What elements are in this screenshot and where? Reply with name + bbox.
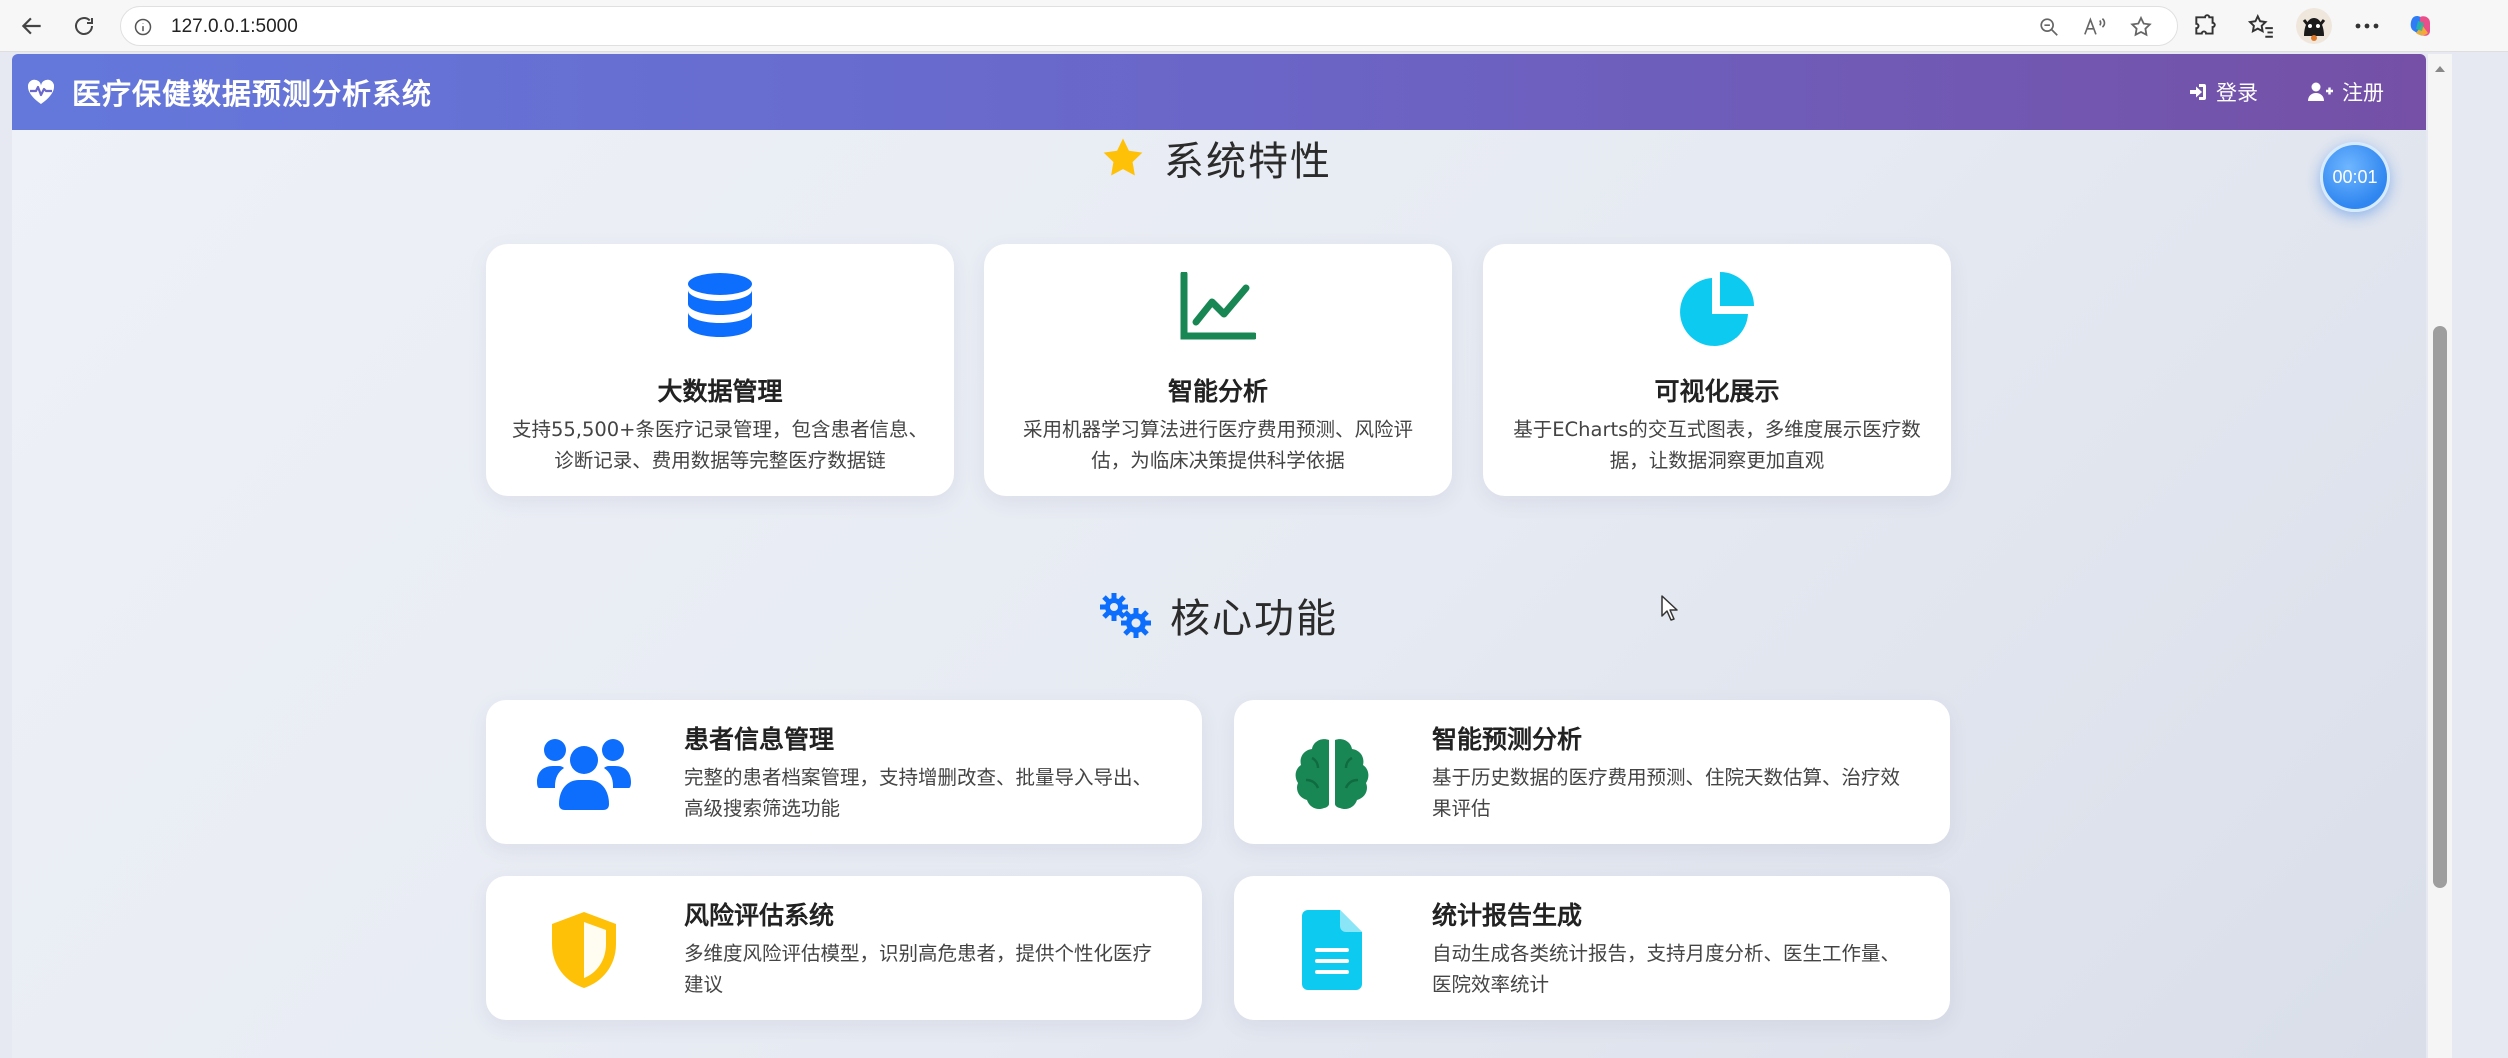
core-description: 完整的患者档案管理，支持增删改查、批量导入导出、 高级搜索筛选功能 [684,766,1153,820]
core-description: 基于历史数据的医疗费用预测、住院天数估算、治疗效 果评估 [1432,766,1901,820]
copilot-icon[interactable] [2404,9,2438,43]
heart-pulse-icon [27,79,55,104]
gears-icon [1100,593,1151,638]
zoom-out-icon[interactable] [2037,15,2061,39]
feature-title: 可视化展示 [1654,377,1780,406]
mouse-cursor-icon [1661,595,1678,621]
pie-chart-icon [1680,272,1754,346]
register-label: 注册 [2342,81,2384,105]
core-card-patient-management: 患者信息管理 完整的患者档案管理，支持增删改查、批量导入导出、 高级搜索筛选功能 [486,700,1202,844]
timer-badge[interactable]: 00:01 [2320,142,2390,212]
feature-description: 支持55,500+条医疗记录管理，包含患者信息、 诊断记录、费用数据等完整医疗数据… [511,418,929,472]
feature-title: 智能分析 [1167,377,1268,406]
arrow-left-icon [21,17,41,35]
feature-title: 大数据管理 [657,377,783,406]
feature-description: 基于ECharts的交互式图表，多维度展示医疗数 据，让数据洞察更加直观 [1513,418,1921,472]
back-button[interactable] [14,8,50,44]
core-title: 统计报告生成 [1432,901,1583,930]
features-title-text: 系统特性 [1164,139,1332,185]
more-menu-icon[interactable] [2350,9,2384,43]
app-navbar: 医疗保健数据预测分析系统 登录 注册 [12,54,2426,130]
scroll-up-icon[interactable] [2432,62,2448,76]
core-description: 自动生成各类统计报告，支持月度分析、医生工作量、 医院效率统计 [1432,942,1901,996]
url-text: 127.0.0.1:5000 [171,16,298,37]
core-card-risk-assessment: 风险评估系统 多维度风险评估模型，识别高危患者，提供个性化医疗 建议 [486,876,1202,1020]
feature-card-smart-analysis: 智能分析 采用机器学习算法进行医疗费用预测、风险评 估，为临床决策提供科学依据 [984,244,1452,496]
database-icon [688,273,752,337]
core-title: 患者信息管理 [684,725,835,754]
feature-card-big-data: 大数据管理 支持55,500+条医疗记录管理，包含患者信息、 诊断记录、费用数据等… [486,244,954,496]
login-label: 登录 [2216,81,2258,105]
line-chart-icon [1180,272,1256,340]
brain-icon [1295,739,1369,810]
brand-title: 医疗保健数据预测分析系统 [72,77,433,111]
core-title: 智能预测分析 [1432,725,1583,754]
extensions-icon[interactable] [2188,9,2222,43]
core-card-report-generation: 统计报告生成 自动生成各类统计报告，支持月度分析、医生工作量、 医院效率统计 [1234,876,1950,1020]
read-aloud-icon[interactable] [2083,15,2107,39]
core-title-text: 核心功能 [1170,596,1338,642]
timer-text: 00:01 [2332,166,2378,187]
core-description: 多维度风险评估模型，识别高危患者，提供个性化医疗 建议 [684,942,1153,996]
register-link[interactable]: 注册 [2308,54,2384,130]
refresh-button[interactable] [66,8,102,44]
scrollbar-thumb[interactable] [2433,326,2447,888]
feature-description: 采用机器学习算法进行医疗费用预测、风险评 估，为临床决策提供科学依据 [1022,418,1413,472]
address-bar[interactable]: 127.0.0.1:5000 [120,6,2178,46]
star-icon [1103,138,1143,176]
file-report-icon [1302,910,1362,990]
core-card-smart-prediction: 智能预测分析 基于历史数据的医疗费用预测、住院天数估算、治疗效 果评估 [1234,700,1950,844]
info-icon [134,18,152,36]
browser-toolbar: 127.0.0.1:5000 [0,0,2508,52]
brand[interactable]: 医疗保健数据预测分析系统 [26,54,432,130]
login-link[interactable]: 登录 [2188,54,2258,130]
sign-in-icon [2190,84,2206,100]
feature-card-visualization: 可视化展示 基于ECharts的交互式图表，多维度展示医疗数 据，让数据洞察更加直… [1483,244,1951,496]
refresh-icon [75,17,93,35]
core-title: 风险评估系统 [684,901,835,930]
core-section-title: 核心功能 [1098,585,1338,645]
features-section-title: 系统特性 [1100,128,1332,188]
profile-avatar-icon [2296,8,2332,44]
profile-avatar[interactable] [2296,8,2332,44]
shield-icon [552,912,616,988]
favorite-star-icon[interactable] [2129,15,2153,39]
favorites-list-icon[interactable] [2244,9,2278,43]
user-plus-icon [2308,82,2333,101]
users-icon [537,739,631,810]
